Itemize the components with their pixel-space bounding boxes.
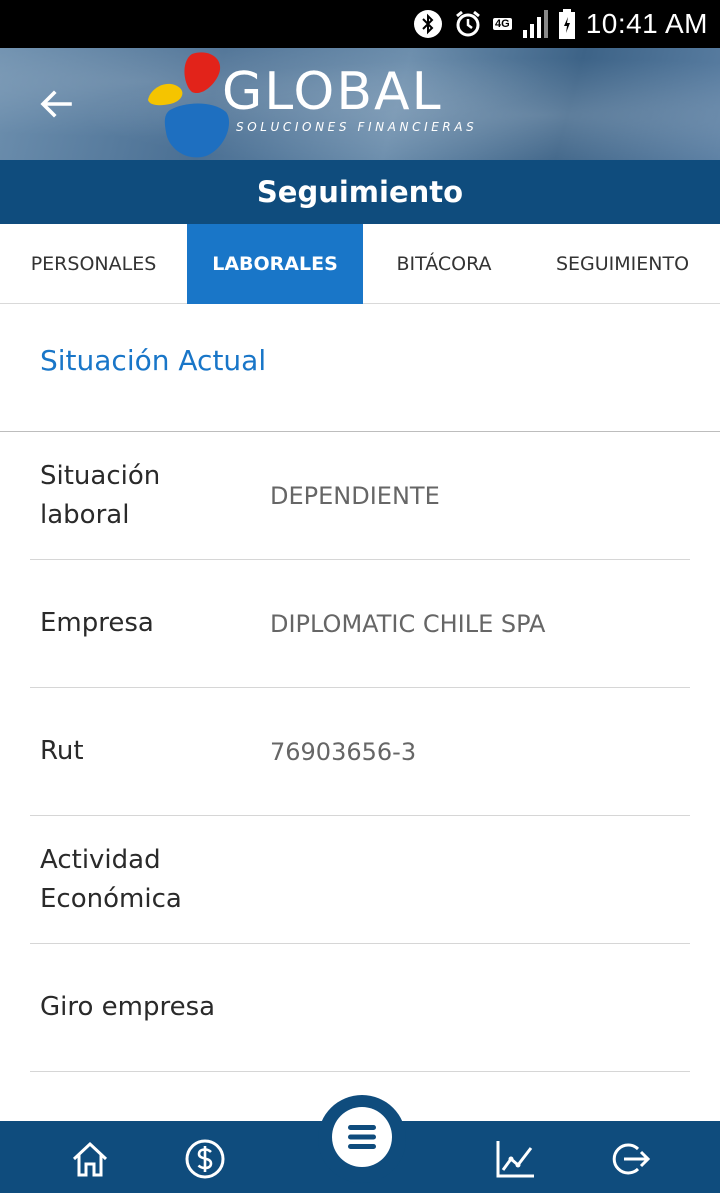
page-title: Seguimiento (256, 175, 464, 209)
menu-fab-container (318, 1095, 406, 1183)
network-type-icon: 4G (493, 18, 512, 30)
title-bar: Seguimiento (0, 160, 720, 224)
row-value: 76903656-3 (270, 737, 417, 766)
row-label: Situación laboral (40, 460, 161, 530)
row-value: DEPENDIENTE (270, 481, 440, 510)
row-actividad-economica: Actividad Económica (30, 816, 690, 944)
app-header: GLOBAL SOLUCIONES FINANCIERAS (0, 48, 720, 160)
menu-icon (348, 1125, 376, 1149)
menu-fab-button[interactable] (332, 1107, 392, 1167)
row-label: Rut (40, 736, 84, 766)
detail-list: Situación laboral DEPENDIENTE Empresa DI… (30, 446, 690, 1072)
signal-icon (522, 10, 548, 38)
nav-stats[interactable] (491, 1135, 539, 1183)
brand-name: GLOBAL (222, 62, 443, 122)
row-situacion-laboral: Situación laboral DEPENDIENTE (30, 432, 690, 560)
network-label: 4G (493, 18, 512, 30)
row-rut: Rut 76903656-3 (30, 688, 690, 816)
alarm-icon (453, 9, 483, 39)
nav-logout[interactable] (606, 1135, 654, 1183)
section-title: Situación Actual (40, 344, 267, 377)
row-giro-empresa: Giro empresa (30, 944, 690, 1072)
row-empresa: Empresa DIPLOMATIC CHILE SPA (30, 560, 690, 688)
status-bar: 4G 10:41 AM (0, 0, 720, 48)
tab-bar: PERSONALES LABORALES BITÁCORA SEGUIMIENT… (0, 224, 720, 304)
home-icon (72, 1141, 108, 1177)
section-header: Situación Actual (0, 304, 720, 432)
nav-payments[interactable] (181, 1135, 229, 1183)
back-button[interactable] (28, 78, 84, 134)
brand-tagline: SOLUCIONES FINANCIERAS (236, 120, 478, 134)
row-label: Empresa (40, 608, 154, 638)
tab-laborales[interactable]: LABORALES (187, 224, 363, 304)
tab-bitacora[interactable]: BITÁCORA (363, 224, 525, 304)
brand-logo: GLOBAL SOLUCIONES FINANCIERAS (140, 48, 500, 160)
bluetooth-icon (413, 9, 443, 39)
row-label: Actividad Económica (40, 844, 182, 914)
nav-home[interactable] (66, 1135, 114, 1183)
row-value: DIPLOMATIC CHILE SPA (270, 609, 546, 638)
row-label: Giro empresa (40, 992, 216, 1022)
tab-personales[interactable]: PERSONALES (0, 224, 187, 304)
status-time: 10:41 AM (585, 8, 708, 39)
tab-seguimiento[interactable]: SEGUIMIENTO (525, 224, 720, 304)
arrow-left-icon (38, 86, 74, 126)
chart-icon (496, 1141, 534, 1178)
battery-icon (558, 9, 576, 39)
logout-icon (612, 1143, 651, 1175)
dollar-icon (185, 1139, 225, 1179)
